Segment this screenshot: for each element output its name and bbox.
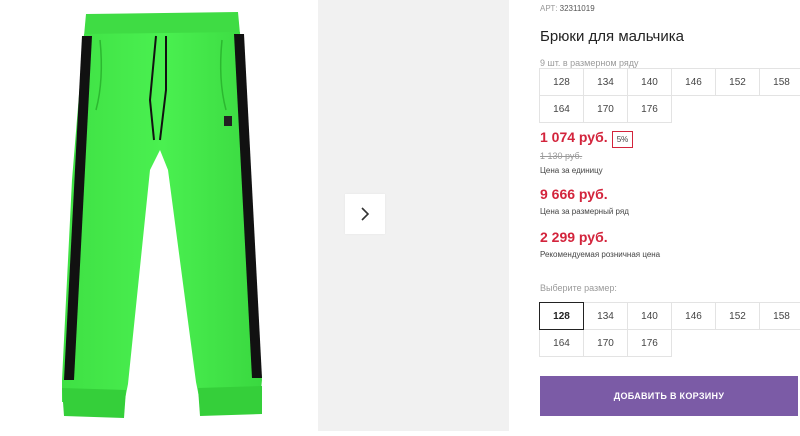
size-row-hint: 9 шт. в размерном ряду — [540, 58, 639, 68]
chevron-right-icon — [361, 207, 370, 221]
unit-price: 1 074 руб. — [540, 129, 608, 145]
retail-price: 2 299 руб. — [540, 229, 608, 245]
size-row-item: 170 — [583, 95, 628, 123]
size-option[interactable]: 140 — [627, 302, 672, 330]
size-option[interactable]: 170 — [583, 329, 628, 357]
size-row-item: 146 — [671, 68, 716, 96]
size-option[interactable]: 158 — [759, 302, 800, 330]
size-option[interactable]: 152 — [715, 302, 760, 330]
size-option[interactable]: 164 — [539, 329, 584, 357]
size-row-item: 164 — [539, 95, 584, 123]
retail-price-label: Рекомендуемая розничная цена — [540, 250, 661, 259]
article-value: 32311019 — [559, 4, 595, 13]
size-row-item: 134 — [583, 68, 628, 96]
unit-price-label: Цена за единицу — [540, 166, 603, 175]
row-price-label: Цена за размерный ряд — [540, 207, 629, 216]
size-option-selected[interactable]: 128 — [539, 302, 584, 330]
pants-illustration — [62, 12, 262, 418]
size-select-grid: 128 134 140 146 152 158 164 170 176 — [539, 302, 800, 357]
size-option[interactable]: 134 — [583, 302, 628, 330]
size-row-item: 176 — [627, 95, 672, 123]
discount-badge: 5% — [612, 131, 633, 148]
size-row-item: 140 — [627, 68, 672, 96]
size-row-item: 152 — [715, 68, 760, 96]
size-option[interactable]: 176 — [627, 329, 672, 357]
article-number: АРТ: 32311019 — [540, 4, 595, 13]
product-title: Брюки для мальчика — [540, 28, 684, 45]
article-label: АРТ: — [540, 4, 558, 13]
size-row-item: 128 — [539, 68, 584, 96]
add-to-cart-button[interactable]: ДОБАВИТЬ В КОРЗИНУ — [540, 376, 798, 416]
old-price: 1 130 руб. — [540, 151, 583, 161]
next-image-button[interactable] — [345, 194, 385, 234]
row-price: 9 666 руб. — [540, 186, 608, 202]
size-select-hint: Выберите размер: — [540, 283, 617, 293]
size-row-item: 158 — [759, 68, 800, 96]
size-option[interactable]: 146 — [671, 302, 716, 330]
size-row-grid: 128 134 140 146 152 158 164 170 176 — [539, 68, 800, 123]
product-image-main[interactable] — [0, 0, 306, 431]
